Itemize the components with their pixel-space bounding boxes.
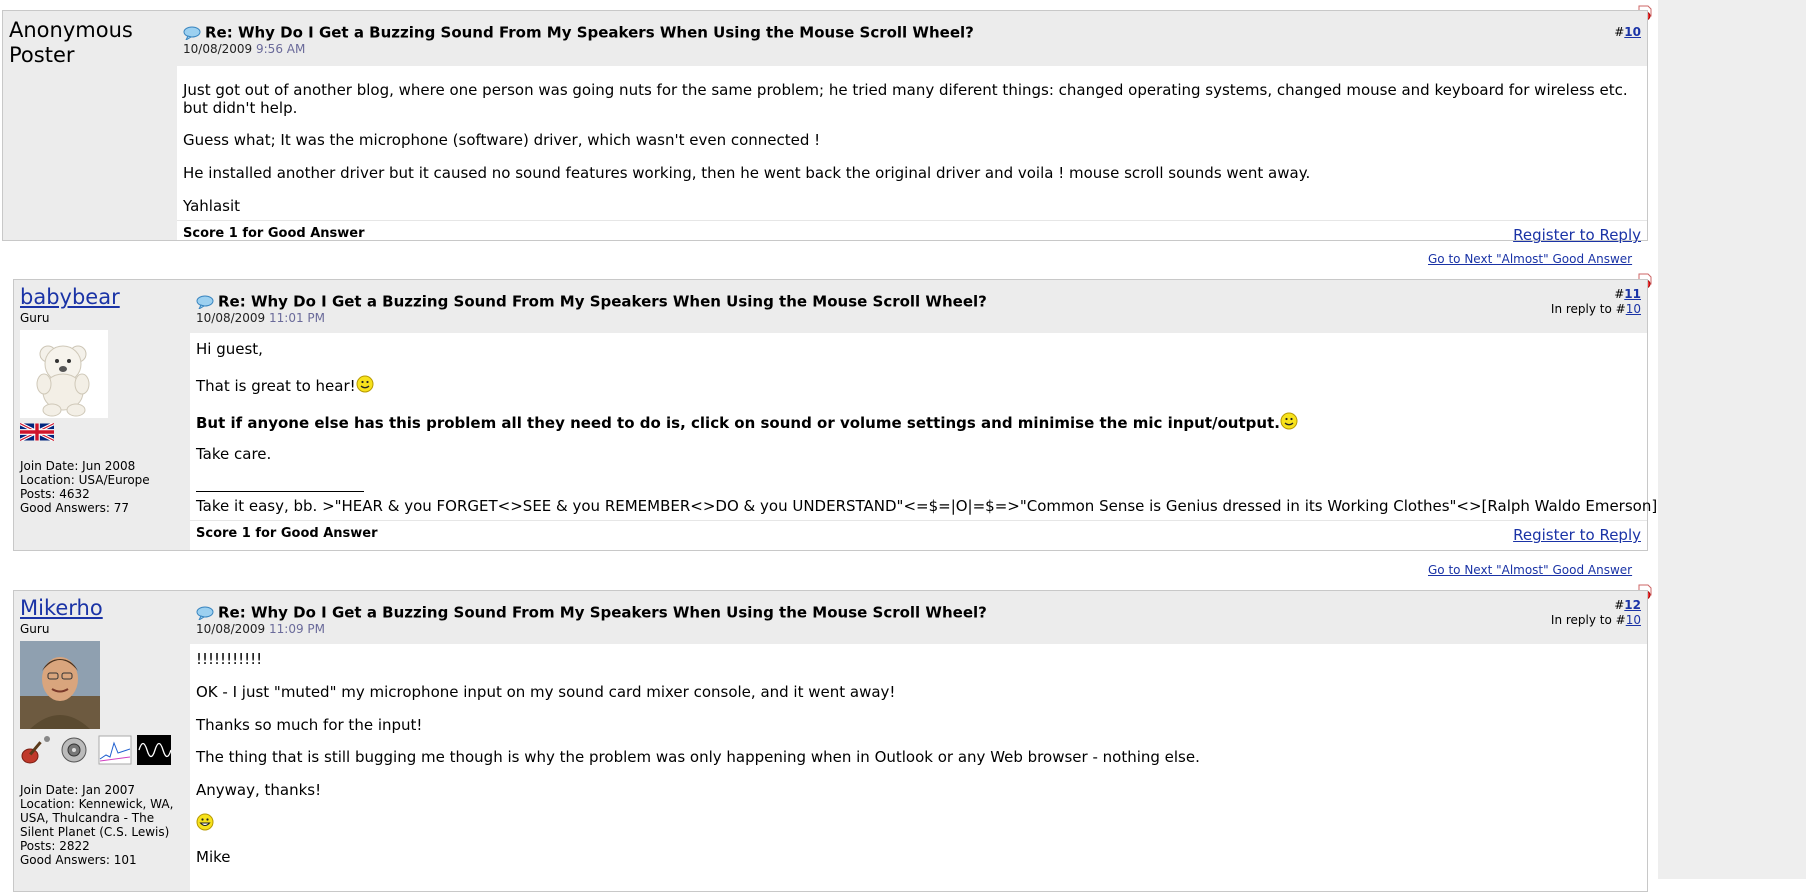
avatar xyxy=(20,641,100,729)
time-text: 11:09 PM xyxy=(269,622,325,636)
post-number: #10 xyxy=(1614,25,1641,40)
post-body: Just got out of another blog, where one … xyxy=(177,66,1647,244)
grin-smiley-icon xyxy=(196,813,214,831)
post-paragraph xyxy=(196,813,1641,833)
post-body: !!!!!!!!!!! OK - I just "muted" my micro… xyxy=(190,644,1647,891)
waveform-icon xyxy=(137,735,172,765)
post-paragraph: Just got out of another blog, where one … xyxy=(183,81,1628,117)
post-number-link[interactable]: 12 xyxy=(1624,598,1641,612)
in-reply-prefix: In reply to # xyxy=(1550,302,1626,316)
post-10: Anonymous Poster Re: Why Do I Get a Buzz… xyxy=(2,10,1648,244)
post-paragraph: Hi guest, xyxy=(196,340,263,358)
guitar-icon xyxy=(21,736,50,764)
post-date: 10/08/2009 9:56 AM xyxy=(183,42,305,56)
post-paragraph: Thanks so much for the input! xyxy=(196,716,423,734)
post-number-link[interactable]: 11 xyxy=(1624,287,1641,301)
post-number-prefix: # xyxy=(1614,25,1625,39)
post-paragraph: Take care. xyxy=(196,445,272,463)
post-title: Re: Why Do I Get a Buzzing Sound From My… xyxy=(205,23,974,42)
smiley-icon xyxy=(1280,412,1298,430)
post-header: Re: Why Do I Get a Buzzing Sound From My… xyxy=(190,591,1647,644)
post-paragraph: Guess what; It was the microphone (softw… xyxy=(183,131,821,149)
post-number-link[interactable]: 10 xyxy=(1624,25,1641,39)
time-text: 11:01 PM xyxy=(269,311,325,325)
post-number-prefix: # xyxy=(1614,287,1625,301)
post-paragraph: OK - I just "muted" my microphone input … xyxy=(196,683,896,701)
date-text: 10/08/2009 xyxy=(196,311,266,325)
good-answers: Good Answers: 101 xyxy=(20,853,137,867)
post-paragraph: Mike xyxy=(196,848,231,866)
post-12: Mikerho Guru Join Date: Jan 2007 Locatio… xyxy=(13,590,1648,892)
right-gutter xyxy=(1658,0,1806,879)
score-label: Score 1 for Good Answer xyxy=(196,526,378,541)
post-paragraph: Anyway, thanks! xyxy=(196,781,322,799)
author-panel: Anonymous Poster xyxy=(3,11,177,240)
post-paragraph: That is great to hear! xyxy=(196,375,1641,395)
post-count: Posts: 4632 xyxy=(20,487,90,501)
join-date: Join Date: Jun 2008 xyxy=(20,459,136,473)
join-date: Join Date: Jan 2007 xyxy=(20,783,136,797)
register-to-reply-link[interactable]: Register to Reply xyxy=(1513,526,1641,544)
speech-bubble-icon xyxy=(196,295,214,309)
date-text: 10/08/2009 xyxy=(196,622,266,636)
post-number: #11 In reply to #10 xyxy=(1551,287,1641,317)
badge-row xyxy=(20,735,190,769)
post-paragraph: Yahlasit xyxy=(183,197,241,215)
post-header: Re: Why Do I Get a Buzzing Sound From My… xyxy=(177,11,1647,66)
speech-bubble-icon xyxy=(196,606,214,620)
in-reply-to-link[interactable]: 10 xyxy=(1626,613,1641,627)
author-stats: Join Date: Jun 2008 Location: USA/Europe… xyxy=(20,459,190,515)
author-rank: Guru xyxy=(20,311,50,325)
post-11: babybear Guru Join Date: Jun 2008 Locati… xyxy=(13,279,1658,551)
post-title: Re: Why Do I Get a Buzzing Sound From My… xyxy=(218,603,987,622)
paragraph-text: But if anyone else has this problem all … xyxy=(196,414,1280,432)
author-panel: babybear Guru Join Date: Jun 2008 Locati… xyxy=(14,280,190,550)
date-text: 10/08/2009 xyxy=(183,42,253,56)
graph-icon xyxy=(98,735,132,765)
author-name: Anonymous Poster xyxy=(9,18,133,67)
signature-divider xyxy=(196,491,364,492)
location: Location: Kennewick, WA, USA, Thulcandra… xyxy=(20,797,174,839)
author-rank: Guru xyxy=(20,622,50,636)
post-paragraph: !!!!!!!!!!! xyxy=(196,650,263,668)
next-good-answer-link[interactable]: Go to Next "Almost" Good Answer xyxy=(1428,252,1632,266)
good-answers: Good Answers: 77 xyxy=(20,501,129,515)
speech-bubble-icon xyxy=(183,26,201,40)
post-body: Hi guest, That is great to hear! But if … xyxy=(190,333,1658,550)
post-paragraph: He installed another driver but it cause… xyxy=(183,164,1311,182)
author-panel: Mikerho Guru Join Date: Jan 2007 Locatio… xyxy=(14,591,190,891)
post-header: Re: Why Do I Get a Buzzing Sound From My… xyxy=(190,280,1647,333)
uk-flag-icon xyxy=(20,423,54,441)
paragraph-text: That is great to hear! xyxy=(196,377,356,395)
post-date: 10/08/2009 11:01 PM xyxy=(196,311,325,325)
post-number: #12 In reply to #10 xyxy=(1551,598,1641,628)
location: Location: USA/Europe xyxy=(20,473,150,487)
signature: Take it easy, bb. >"HEAR & you FORGET<>S… xyxy=(196,497,1658,515)
post-number-prefix: # xyxy=(1614,598,1625,612)
post-footer: Score 1 for Good Answer Register to Repl… xyxy=(177,220,1647,249)
smiley-icon xyxy=(356,375,374,393)
in-reply-prefix: In reply to # xyxy=(1550,613,1626,627)
next-good-answer-link[interactable]: Go to Next "Almost" Good Answer xyxy=(1428,563,1632,577)
author-name-link[interactable]: babybear xyxy=(14,280,190,309)
post-date: 10/08/2009 11:09 PM xyxy=(196,622,325,636)
post-paragraph: But if anyone else has this problem all … xyxy=(196,412,1641,432)
post-paragraph: The thing that is still bugging me thoug… xyxy=(196,748,1200,766)
author-name-link[interactable]: Mikerho xyxy=(14,591,190,620)
avatar xyxy=(20,330,108,418)
time-text: 9:56 AM xyxy=(256,42,306,56)
post-title: Re: Why Do I Get a Buzzing Sound From My… xyxy=(218,292,987,311)
in-reply-to-link[interactable]: 10 xyxy=(1626,302,1641,316)
score-label: Score 1 for Good Answer xyxy=(183,226,365,241)
speaker-icon xyxy=(61,737,87,763)
register-to-reply-link[interactable]: Register to Reply xyxy=(1513,226,1641,244)
post-footer: Score 1 for Good Answer Register to Repl… xyxy=(190,520,1647,549)
author-stats: Join Date: Jan 2007 Location: Kennewick,… xyxy=(20,783,190,867)
post-count: Posts: 2822 xyxy=(20,839,90,853)
